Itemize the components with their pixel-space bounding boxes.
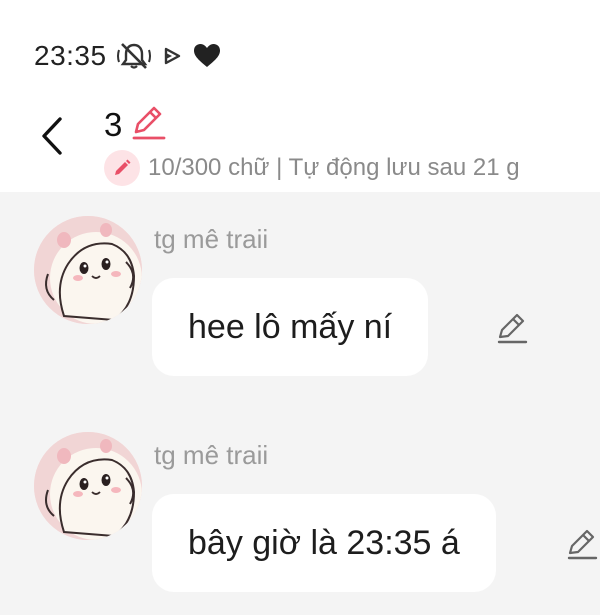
message-bubble[interactable]: hee lô mấy ní — [152, 278, 429, 376]
header: 3 10/300 chữ | Tự động lưu sau 21 g — [0, 96, 600, 192]
page-title[interactable]: 3 — [104, 106, 122, 144]
avatar[interactable] — [34, 216, 142, 324]
chevron-left-icon — [42, 117, 62, 155]
edit-message-button[interactable] — [492, 308, 532, 348]
pencil-badge-icon — [104, 150, 140, 186]
edit-pencil-icon — [567, 529, 598, 560]
status-bar: 23:35 — [34, 38, 221, 74]
edit-message-button[interactable] — [562, 524, 600, 564]
sender-name: tg mê traii — [154, 440, 269, 470]
status-time: 23:35 — [34, 40, 107, 71]
play-icon — [161, 45, 183, 67]
pencil-icon[interactable] — [128, 102, 168, 147]
edit-pencil-icon — [497, 313, 528, 344]
bell-off-icon — [116, 41, 151, 71]
avatar[interactable] — [34, 432, 142, 540]
sender-name: tg mê traii — [154, 224, 269, 254]
heart-icon — [193, 43, 221, 69]
draft-meta: 10/300 chữ | Tự động lưu sau 21 g — [104, 150, 520, 186]
word-count-autosave-text: 10/300 chữ | Tự động lưu sau 21 g — [148, 154, 520, 181]
title-row[interactable]: 3 — [104, 102, 168, 147]
back-button[interactable] — [30, 114, 74, 158]
chat-area: tg mê traii hee lô mấy ní tg mê traii bâ… — [0, 192, 600, 615]
message-bubble[interactable]: bây giờ là 23:35 á — [152, 494, 496, 592]
